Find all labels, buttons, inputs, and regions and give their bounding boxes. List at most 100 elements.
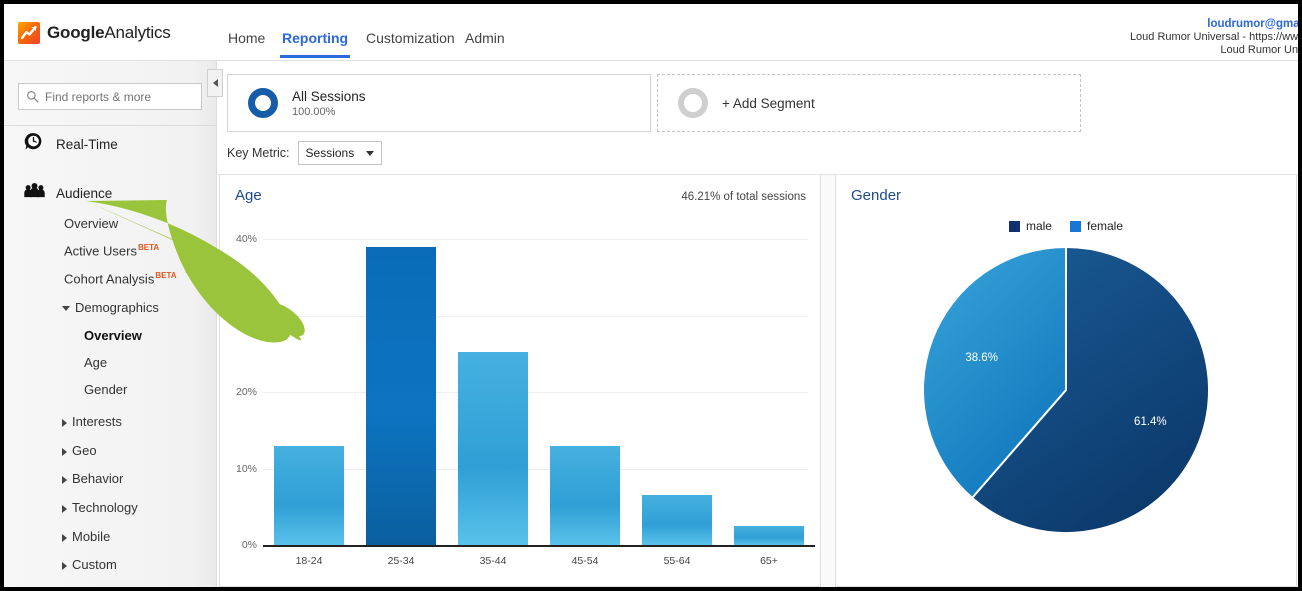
sidebar-item-overview-label: Overview [64, 216, 119, 231]
sidebar-item-mobile-label: Mobile [72, 529, 111, 544]
sidebar-item-demographics-overview[interactable]: Overview [84, 328, 142, 343]
chevron-right-icon [62, 475, 67, 484]
chevron-down-icon [62, 306, 70, 312]
sidebar-item-real-time[interactable]: Real-Time [4, 129, 217, 159]
legend-swatch-male [1008, 220, 1020, 232]
bar-55-64[interactable] [642, 495, 712, 545]
segment-all-sessions-title: All Sessions [292, 88, 366, 104]
bar-25-34[interactable] [366, 246, 436, 545]
gridline [263, 392, 808, 393]
key-metric-select[interactable]: Sessions [297, 141, 383, 165]
sidebar-item-real-time-label: Real-Time [56, 136, 118, 152]
x-axis-tick-label: 25-34 [387, 555, 415, 567]
brand-name-bold: Google [47, 23, 105, 42]
account-property: Loud Rumor Universal - https://www [1129, 31, 1298, 43]
chevron-right-icon [62, 533, 67, 542]
gender-pie-chart: 61.4% 38.6% [922, 245, 1210, 534]
sidebar-item-technology-label: Technology [72, 500, 138, 515]
sidebar: Real-Time Audience OverviewActive UsersB… [4, 61, 223, 587]
chevron-right-icon [62, 504, 67, 513]
y-axis-tick-label: 10% [235, 462, 257, 475]
sidebar-item-interests[interactable]: Interests [62, 414, 122, 429]
account-info[interactable]: loudrumor@gmail Loud Rumor Universal - h… [1130, 18, 1298, 57]
x-axis-tick-label: 65+ [760, 555, 778, 567]
sidebar-item-behavior[interactable]: Behavior [62, 471, 123, 486]
top-navigation-bar: GoogleAnalytics Home Reporting Customiza… [4, 4, 1298, 61]
search-input[interactable] [45, 89, 195, 104]
bar-45-54[interactable] [550, 445, 620, 545]
legend-label-female: female [1086, 219, 1124, 233]
age-total-sessions-label: 46.21% of total sessions [681, 191, 806, 203]
google-analytics-logo[interactable]: GoogleAnalytics [18, 22, 171, 44]
y-axis-tick-label: 40% [235, 233, 257, 245]
tab-customization[interactable]: Customization [366, 30, 455, 58]
legend-item-male[interactable]: male [1008, 219, 1052, 233]
brand-wordmark: GoogleAnalytics [47, 23, 171, 43]
sidebar-item-demographics-gender-label: Gender [84, 382, 128, 397]
people-icon [24, 183, 45, 204]
sidebar-item-cohort-analysis-label: Cohort Analysis [64, 271, 155, 287]
segment-all-sessions[interactable]: All Sessions 100.00% [227, 74, 651, 132]
google-analytics-logo-icon [18, 22, 40, 44]
x-axis-tick-label: 55-64 [663, 555, 691, 567]
key-metric-selected-value: Sessions [305, 146, 355, 160]
gender-panel-title: Gender [851, 187, 902, 204]
gridline [263, 315, 808, 317]
add-segment-button[interactable]: + Add Segment [657, 74, 1081, 132]
sidebar-item-demographics-overview-label: Overview [84, 328, 142, 343]
chevron-right-icon [62, 418, 67, 427]
bar-18-24[interactable] [274, 445, 344, 545]
sidebar-item-audience[interactable]: Audience [4, 178, 217, 208]
chevron-right-icon [62, 561, 67, 570]
brand-name-light: Analytics [104, 23, 171, 42]
age-panel-title: Age [235, 187, 262, 204]
main-content: All Sessions 100.00% + Add Segment Key M… [218, 61, 1298, 587]
bar-35-44[interactable] [458, 352, 528, 545]
sidebar-item-overview[interactable]: Overview [64, 216, 118, 231]
x-axis-tick-label: 35-44 [479, 555, 507, 567]
segment-bar: All Sessions 100.00% + Add Segment Key M… [218, 61, 1298, 175]
sidebar-item-demographics-gender[interactable]: Gender [84, 382, 127, 397]
app-window: GoogleAnalytics Home Reporting Customiza… [4, 4, 1298, 587]
search-box[interactable] [18, 83, 202, 110]
tab-home[interactable]: Home [228, 30, 265, 58]
sidebar-item-mobile[interactable]: Mobile [62, 529, 110, 544]
sidebar-item-technology[interactable]: Technology [62, 500, 138, 515]
account-email[interactable]: loudrumor@gmail [1130, 18, 1298, 31]
tab-reporting[interactable]: Reporting [279, 30, 351, 58]
age-bar-chart: 0% 10% 20% 30% 40% 18-24 25-34 35-44 45-54 55-64 6… [220, 215, 822, 587]
beta-badge: BETA [137, 243, 160, 252]
gridline [263, 468, 808, 470]
sidebar-item-custom[interactable]: Custom [62, 557, 117, 572]
x-axis-tick-label: 45-54 [571, 555, 599, 567]
sidebar-item-demographics-age[interactable]: Age [84, 355, 107, 370]
sidebar-item-active-users[interactable]: Active UsersBETA [64, 243, 159, 258]
x-axis-tick-label: 18-24 [295, 555, 323, 567]
y-axis-tick-label: 20% [235, 386, 257, 398]
account-view: Loud Rumor Univ [1220, 44, 1298, 56]
sidebar-divider [4, 125, 217, 126]
sidebar-item-demographics[interactable]: Demographics [62, 300, 159, 315]
segment-all-sessions-percent: 100.00% [292, 105, 336, 118]
chevron-right-icon [62, 447, 67, 456]
tab-admin[interactable]: Admin [465, 30, 505, 58]
y-axis-tick-label: 30% [235, 309, 257, 322]
key-metric-row: Key Metric: Sessions [227, 141, 383, 165]
legend-label-male: male [1025, 219, 1052, 233]
bar-65+[interactable] [734, 525, 804, 545]
sidebar-item-interests-label: Interests [72, 414, 122, 429]
sidebar-item-demographics-label: Demographics [75, 300, 159, 315]
sidebar-collapse-button[interactable] [207, 69, 223, 97]
sidebar-item-behavior-label: Behavior [72, 471, 124, 486]
sidebar-item-demographics-age-label: Age [84, 355, 108, 370]
sidebar-item-geo[interactable]: Geo [62, 443, 97, 458]
add-segment-label: + Add Segment [722, 95, 815, 111]
sidebar-item-cohort-analysis[interactable]: Cohort AnalysisBETA [64, 271, 177, 286]
beta-badge: BETA [155, 271, 177, 280]
legend-item-female[interactable]: female [1069, 219, 1124, 233]
legend-swatch-female [1069, 220, 1081, 232]
sidebar-item-active-users-label: Active Users [64, 243, 137, 259]
chevron-down-icon [366, 150, 375, 156]
clock-icon [24, 132, 43, 156]
donut-icon [248, 88, 278, 118]
